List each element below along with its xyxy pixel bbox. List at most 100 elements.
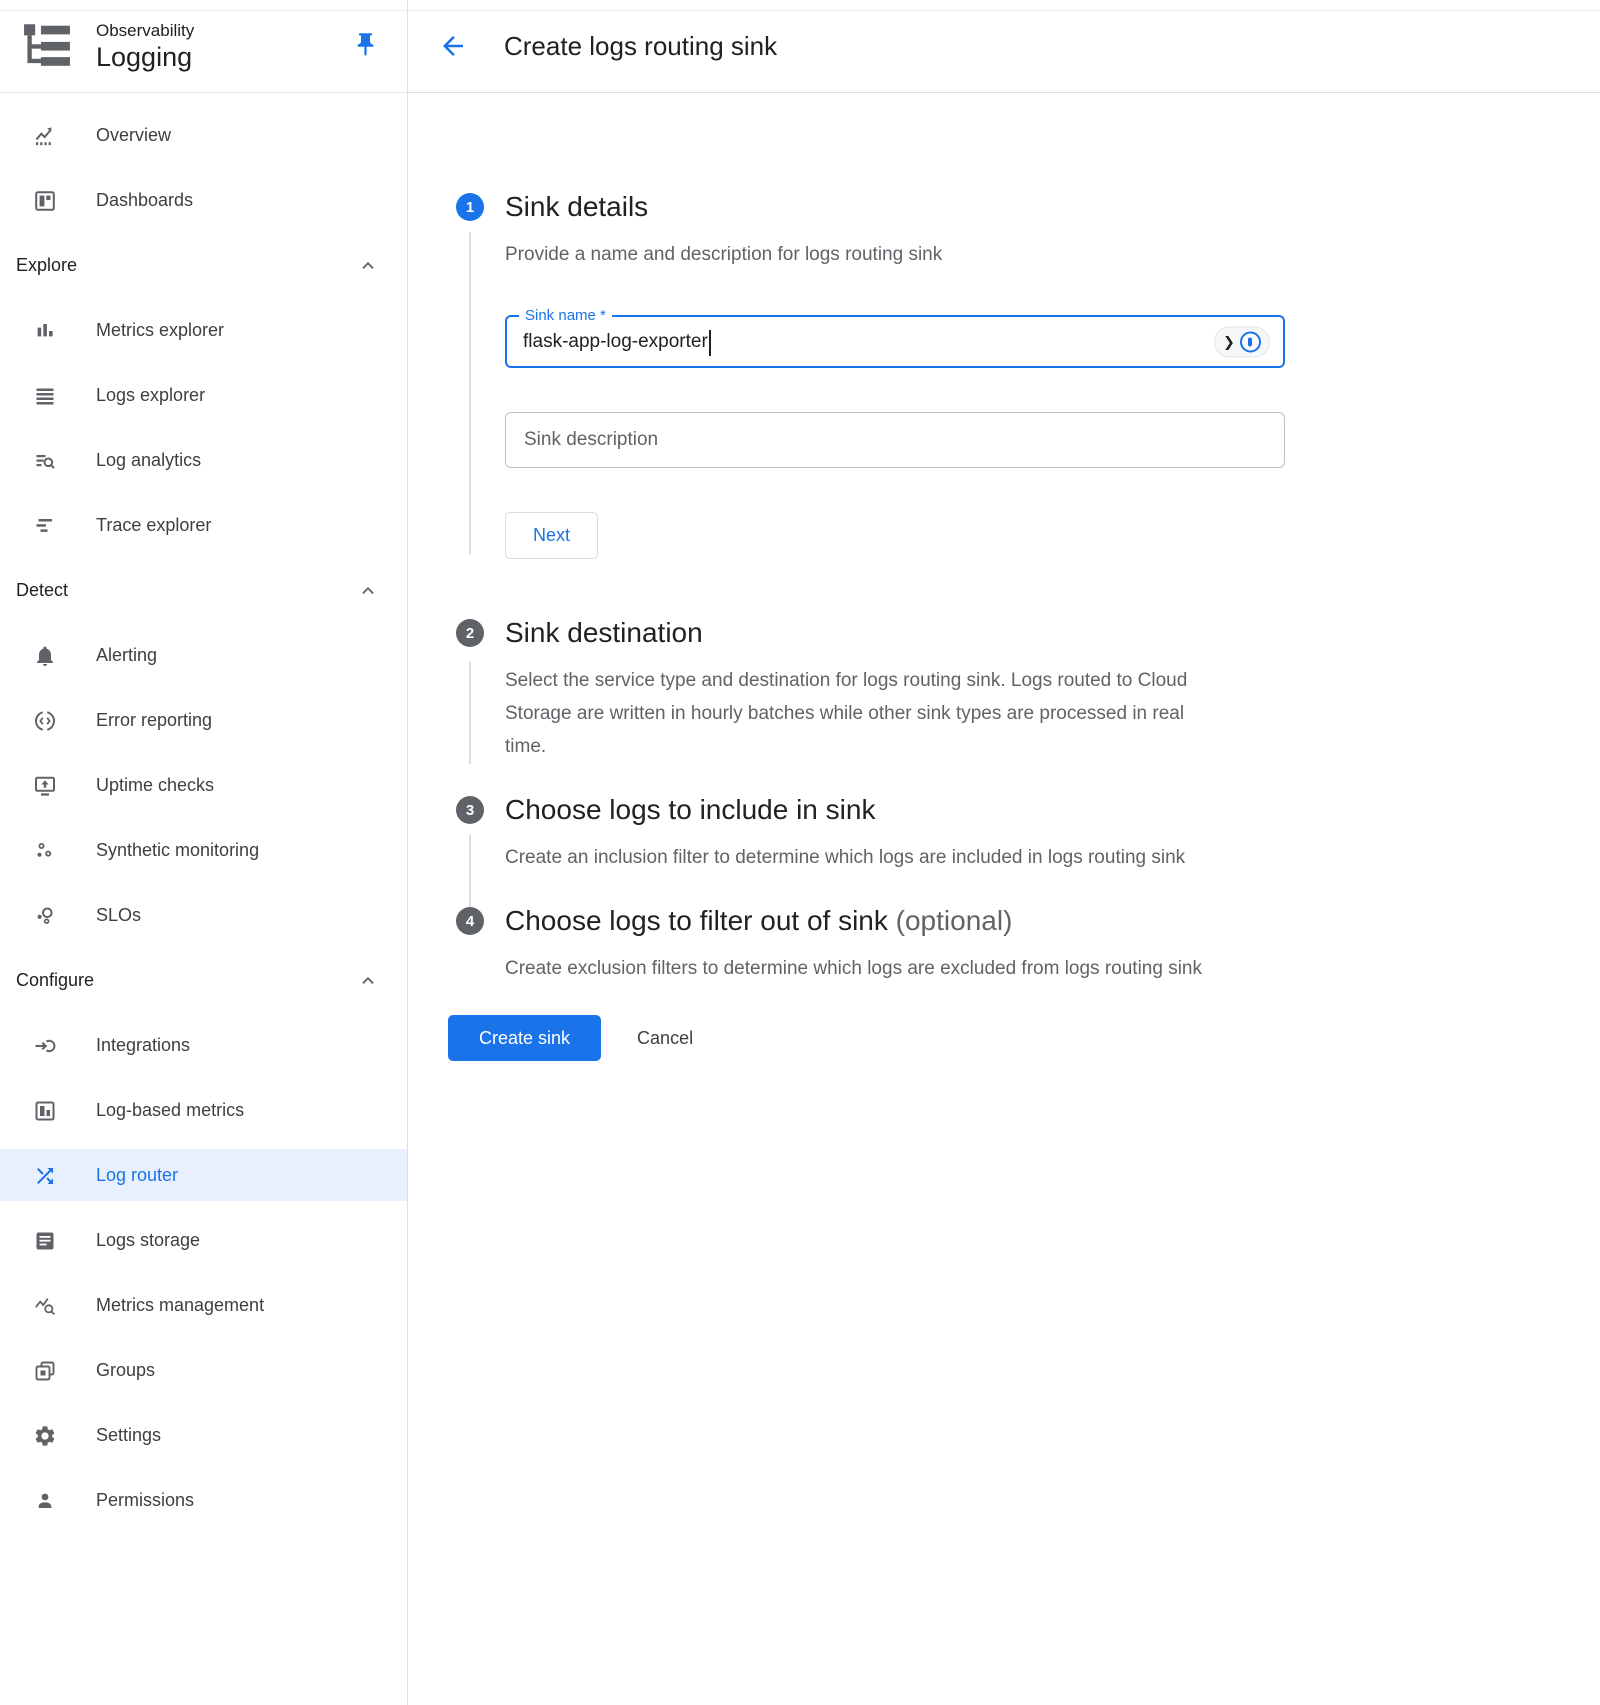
sidebar-item-log-router[interactable]: Log router: [0, 1143, 407, 1208]
sidebar-item-synthetic-monitoring[interactable]: Synthetic monitoring: [0, 818, 407, 883]
sidebar-item-logs-storage[interactable]: Logs storage: [0, 1208, 407, 1273]
sidebar-item-integrations[interactable]: Integrations: [0, 1013, 407, 1078]
sidebar-header: Observability Logging: [0, 0, 407, 93]
sidebar-nav: Overview Dashboards Explore Metrics explore…: [0, 93, 407, 1533]
app-window: Observability Logging Overview Dashboards…: [0, 0, 1600, 1705]
step-title: Sink destination: [505, 618, 1600, 648]
optional-tag: (optional): [896, 905, 1013, 936]
step-connector-line: [469, 232, 471, 554]
sidebar-section-explore[interactable]: Explore: [0, 233, 407, 298]
chevron-up-icon: [357, 970, 379, 992]
next-button[interactable]: Next: [505, 512, 598, 559]
section-label: Detect: [16, 580, 68, 601]
cancel-button[interactable]: Cancel: [637, 1028, 693, 1049]
sink-name-value: flask-app-log-exporter: [523, 317, 708, 366]
step-3-badge: 3: [456, 796, 484, 824]
sidebar-item-error-reporting[interactable]: Error reporting: [0, 688, 407, 753]
main-panel: Create logs routing sink 1 Sink details …: [408, 0, 1600, 1705]
step-sink-details: 1 Sink details Provide a name and descri…: [408, 192, 1600, 559]
log-search-icon: [33, 449, 57, 473]
sidebar: Observability Logging Overview Dashboards…: [0, 0, 408, 1705]
sidebar-item-label: Log analytics: [96, 450, 201, 471]
trace-spans-icon: [33, 514, 57, 538]
product-name: Observability: [96, 20, 194, 41]
step-description: Create an inclusion filter to determine …: [505, 841, 1215, 874]
error-circle-icon: [33, 709, 57, 733]
sidebar-item-metrics-explorer[interactable]: Metrics explorer: [0, 298, 407, 363]
person-icon: [33, 1489, 57, 1513]
step-description: Provide a name and description for logs …: [505, 238, 1215, 271]
sidebar-section-configure[interactable]: Configure: [0, 948, 407, 1013]
sidebar-item-label: Error reporting: [96, 710, 212, 731]
step-sink-destination: 2 Sink destination Select the service ty…: [408, 618, 1600, 763]
sidebar-item-logs-explorer[interactable]: Logs explorer: [0, 363, 407, 428]
storage-doc-icon: [33, 1229, 57, 1253]
sidebar-item-log-based-metrics[interactable]: Log-based metrics: [0, 1078, 407, 1143]
groups-squares-icon: [33, 1359, 57, 1383]
metric-box-icon: [33, 1099, 57, 1123]
sidebar-item-label: Integrations: [96, 1035, 190, 1056]
uptime-monitor-icon: [33, 774, 57, 798]
page-title: Create logs routing sink: [504, 31, 777, 62]
back-arrow-icon[interactable]: [438, 31, 468, 61]
form-actions: Create sink Cancel: [408, 1015, 1600, 1061]
step-description: Select the service type and destination …: [505, 664, 1215, 763]
step-4-badge: 4: [456, 907, 484, 935]
step-description: Create exclusion filters to determine wh…: [505, 952, 1215, 985]
section-label: Explore: [16, 255, 77, 276]
log-lines-icon: [33, 384, 57, 408]
sidebar-item-label: Overview: [96, 125, 171, 146]
create-sink-button[interactable]: Create sink: [448, 1015, 601, 1061]
text-cursor: [709, 330, 711, 356]
sidebar-item-label: Log-based metrics: [96, 1100, 244, 1121]
chevron-up-icon: [357, 255, 379, 277]
sidebar-item-label: Trace explorer: [96, 515, 211, 536]
sidebar-item-dashboards[interactable]: Dashboards: [0, 168, 407, 233]
sidebar-item-label: Logs storage: [96, 1230, 200, 1251]
sink-name-field[interactable]: Sink name * flask-app-log-exporter ❯: [505, 315, 1285, 368]
gear-icon: [33, 1424, 57, 1448]
pin-icon[interactable]: [352, 31, 379, 58]
integration-arrow-icon: [33, 1034, 57, 1058]
sidebar-item-trace-explorer[interactable]: Trace explorer: [0, 493, 407, 558]
wizard-content: 1 Sink details Provide a name and descri…: [408, 93, 1600, 1061]
section-name: Logging: [96, 41, 194, 73]
sidebar-item-label: Settings: [96, 1425, 161, 1446]
sidebar-item-label: Dashboards: [96, 190, 193, 211]
step-connector-line: [469, 835, 471, 909]
section-label: Configure: [16, 970, 94, 991]
password-manager-pill[interactable]: ❯: [1214, 326, 1270, 357]
sidebar-item-metrics-management[interactable]: Metrics management: [0, 1273, 407, 1338]
dashboards-icon: [33, 189, 57, 213]
sidebar-item-label: Log router: [96, 1165, 178, 1186]
sidebar-item-groups[interactable]: Groups: [0, 1338, 407, 1403]
sidebar-item-uptime-checks[interactable]: Uptime checks: [0, 753, 407, 818]
sidebar-item-label: Alerting: [96, 645, 157, 666]
sidebar-item-slos[interactable]: SLOs: [0, 883, 407, 948]
sidebar-item-label: Metrics explorer: [96, 320, 224, 341]
top-divider: [0, 10, 1600, 11]
step-title: Choose logs to filter out of sink (optio…: [505, 906, 1600, 936]
step-title: Sink details: [505, 192, 1600, 222]
sink-description-placeholder: Sink description: [524, 413, 658, 467]
step-1-badge: 1: [456, 193, 484, 221]
overview-icon: [33, 124, 57, 148]
sidebar-item-label: SLOs: [96, 905, 141, 926]
sidebar-item-permissions[interactable]: Permissions: [0, 1468, 407, 1533]
step-2-badge: 2: [456, 619, 484, 647]
sidebar-item-label: Groups: [96, 1360, 155, 1381]
sidebar-item-overview[interactable]: Overview: [0, 103, 407, 168]
metrics-search-icon: [33, 1294, 57, 1318]
bar-chart-icon: [33, 319, 57, 343]
sink-description-field[interactable]: Sink description: [505, 412, 1285, 468]
sidebar-item-settings[interactable]: Settings: [0, 1403, 407, 1468]
sidebar-item-alerting[interactable]: Alerting: [0, 623, 407, 688]
slo-circles-icon: [33, 904, 57, 928]
sink-name-label: Sink name *: [519, 307, 612, 324]
sidebar-item-label: Logs explorer: [96, 385, 205, 406]
step-title: Choose logs to include in sink: [505, 795, 1600, 825]
sidebar-item-log-analytics[interactable]: Log analytics: [0, 428, 407, 493]
step-connector-line: [469, 662, 471, 764]
sidebar-section-detect[interactable]: Detect: [0, 558, 407, 623]
sidebar-item-label: Uptime checks: [96, 775, 214, 796]
